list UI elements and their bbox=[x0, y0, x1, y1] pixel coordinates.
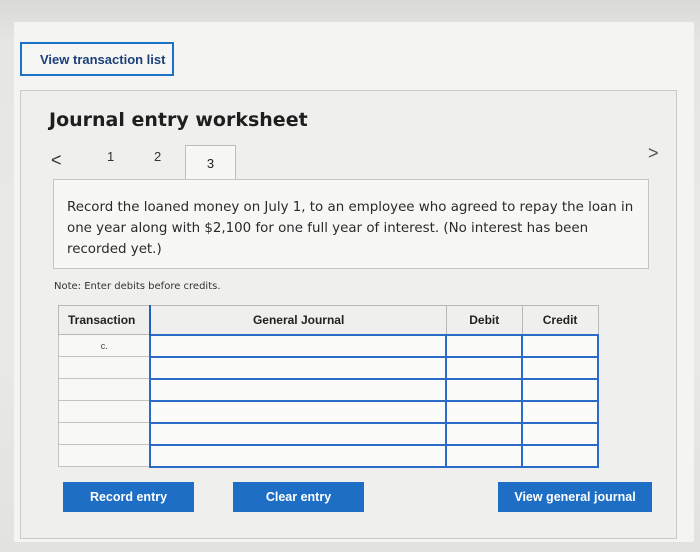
debit-input[interactable] bbox=[445, 443, 524, 468]
transaction-cell bbox=[58, 422, 151, 445]
credit-input[interactable] bbox=[521, 355, 599, 380]
general-journal-input[interactable] bbox=[149, 377, 448, 402]
entry-note: Note: Enter debits before credits. bbox=[54, 281, 221, 292]
table-row bbox=[58, 443, 599, 468]
credit-input[interactable] bbox=[521, 377, 599, 402]
transaction-cell: c. bbox=[58, 334, 151, 357]
debit-input[interactable] bbox=[445, 421, 524, 446]
tab-2[interactable]: 2 bbox=[154, 149, 161, 164]
journal-entry-worksheet: Journal entry worksheet < 1 2 3 > Record… bbox=[20, 90, 677, 539]
tab-1[interactable]: 1 bbox=[107, 149, 114, 164]
table-row bbox=[58, 377, 599, 402]
table-row bbox=[58, 355, 599, 380]
general-journal-input[interactable] bbox=[149, 399, 448, 424]
table-row bbox=[58, 421, 599, 446]
header-debit: Debit bbox=[445, 305, 523, 335]
header-transaction: Transaction bbox=[58, 305, 152, 335]
table-row bbox=[58, 399, 599, 424]
transaction-prompt: Record the loaned money on July 1, to an… bbox=[53, 179, 649, 269]
credit-input[interactable] bbox=[521, 399, 599, 424]
journal-header-row: Transaction General Journal Debit Credit bbox=[58, 305, 599, 335]
header-general-journal: General Journal bbox=[149, 305, 447, 335]
general-journal-input[interactable] bbox=[149, 443, 448, 468]
debit-input[interactable] bbox=[445, 377, 524, 402]
general-journal-input[interactable] bbox=[149, 355, 448, 380]
record-entry-button[interactable]: Record entry bbox=[63, 482, 194, 512]
chevron-left-icon[interactable]: < bbox=[51, 150, 62, 171]
general-journal-input[interactable] bbox=[149, 421, 448, 446]
credit-input[interactable] bbox=[521, 333, 599, 358]
header-credit: Credit bbox=[521, 305, 599, 335]
clear-entry-button[interactable]: Clear entry bbox=[233, 482, 364, 512]
chevron-right-icon[interactable]: > bbox=[648, 143, 659, 164]
debit-input[interactable] bbox=[445, 355, 524, 380]
worksheet-title: Journal entry worksheet bbox=[49, 109, 308, 131]
view-general-journal-button[interactable]: View general journal bbox=[498, 482, 652, 512]
credit-input[interactable] bbox=[521, 443, 599, 468]
general-journal-input[interactable] bbox=[149, 333, 448, 358]
journal-table: Transaction General Journal Debit Credit… bbox=[58, 305, 599, 468]
transaction-cell bbox=[58, 356, 151, 379]
view-transaction-list-button[interactable]: View transaction list bbox=[20, 42, 174, 76]
transaction-cell bbox=[58, 378, 151, 401]
debit-input[interactable] bbox=[445, 333, 524, 358]
table-row: c. bbox=[58, 333, 599, 358]
transaction-cell bbox=[58, 400, 151, 423]
credit-input[interactable] bbox=[521, 421, 599, 446]
transaction-cell bbox=[58, 444, 151, 467]
tab-3-active[interactable]: 3 bbox=[185, 145, 236, 181]
debit-input[interactable] bbox=[445, 399, 524, 424]
